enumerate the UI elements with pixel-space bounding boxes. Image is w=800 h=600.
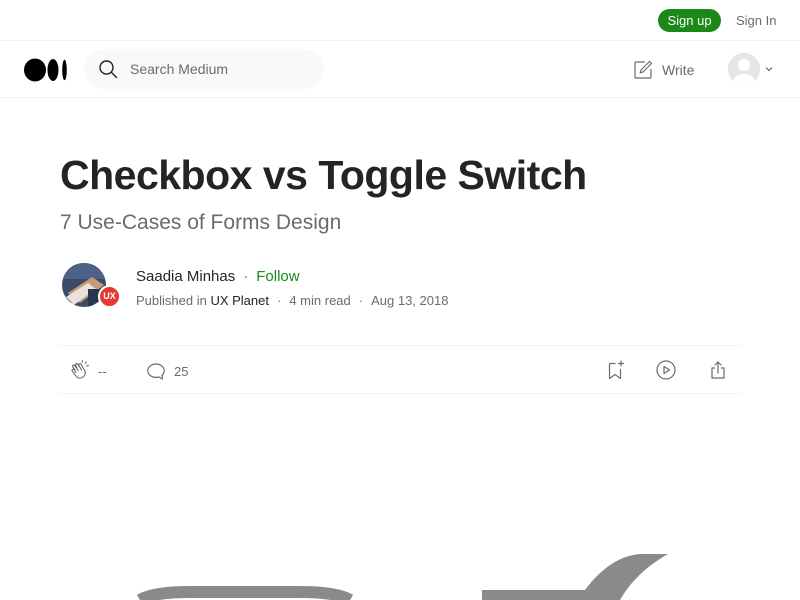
- search-bar[interactable]: [84, 49, 324, 89]
- publication-badge[interactable]: UX: [98, 285, 121, 308]
- bookmark-add-icon[interactable]: [603, 358, 627, 382]
- medium-logo-icon[interactable]: [24, 58, 68, 82]
- article-title: Checkbox vs Toggle Switch: [60, 152, 587, 198]
- separator-dot: ·: [358, 293, 364, 308]
- clap-button[interactable]: --: [68, 359, 107, 383]
- published-in-prefix: Published in: [136, 293, 207, 308]
- separator-dot: ·: [243, 268, 249, 285]
- write-label: Write: [662, 62, 695, 78]
- comment-count: 25: [174, 363, 189, 379]
- publication-meta: Published in UX Planet · 4 min read · Au…: [136, 293, 448, 308]
- share-icon[interactable]: [706, 358, 730, 382]
- article-action-bar: -- 25: [60, 345, 740, 394]
- publication-name[interactable]: UX Planet: [210, 293, 269, 308]
- read-time: 4 min read: [289, 293, 351, 308]
- play-listen-icon[interactable]: [654, 358, 678, 382]
- clap-count: --: [98, 363, 107, 379]
- chevron-down-icon: [765, 67, 773, 72]
- user-avatar: [728, 53, 760, 85]
- user-menu[interactable]: [728, 53, 774, 85]
- clap-icon: [71, 360, 89, 379]
- author-line: Saadia Minhas · Follow: [136, 268, 300, 285]
- publish-date: Aug 13, 2018: [371, 293, 449, 308]
- sign-in-link[interactable]: Sign In: [736, 13, 776, 28]
- author-name[interactable]: Saadia Minhas: [136, 268, 235, 285]
- comment-button[interactable]: 25: [144, 359, 188, 383]
- hero-image: [0, 394, 800, 600]
- separator-dot: ·: [277, 293, 282, 308]
- article-subtitle: 7 Use-Cases of Forms Design: [60, 211, 342, 234]
- search-icon: [99, 60, 118, 79]
- write-icon: [634, 60, 653, 79]
- top-utility-bar: Sign up Sign In: [0, 0, 800, 41]
- search-input[interactable]: [130, 59, 310, 79]
- comment-icon: [147, 363, 165, 380]
- follow-button[interactable]: Follow: [256, 268, 299, 285]
- main-header: Write: [0, 41, 800, 98]
- default-user-icon: [728, 53, 760, 85]
- write-button[interactable]: Write: [632, 59, 694, 81]
- checkbox-toggle-illustration: [136, 554, 668, 600]
- sign-up-button[interactable]: Sign up: [658, 9, 721, 32]
